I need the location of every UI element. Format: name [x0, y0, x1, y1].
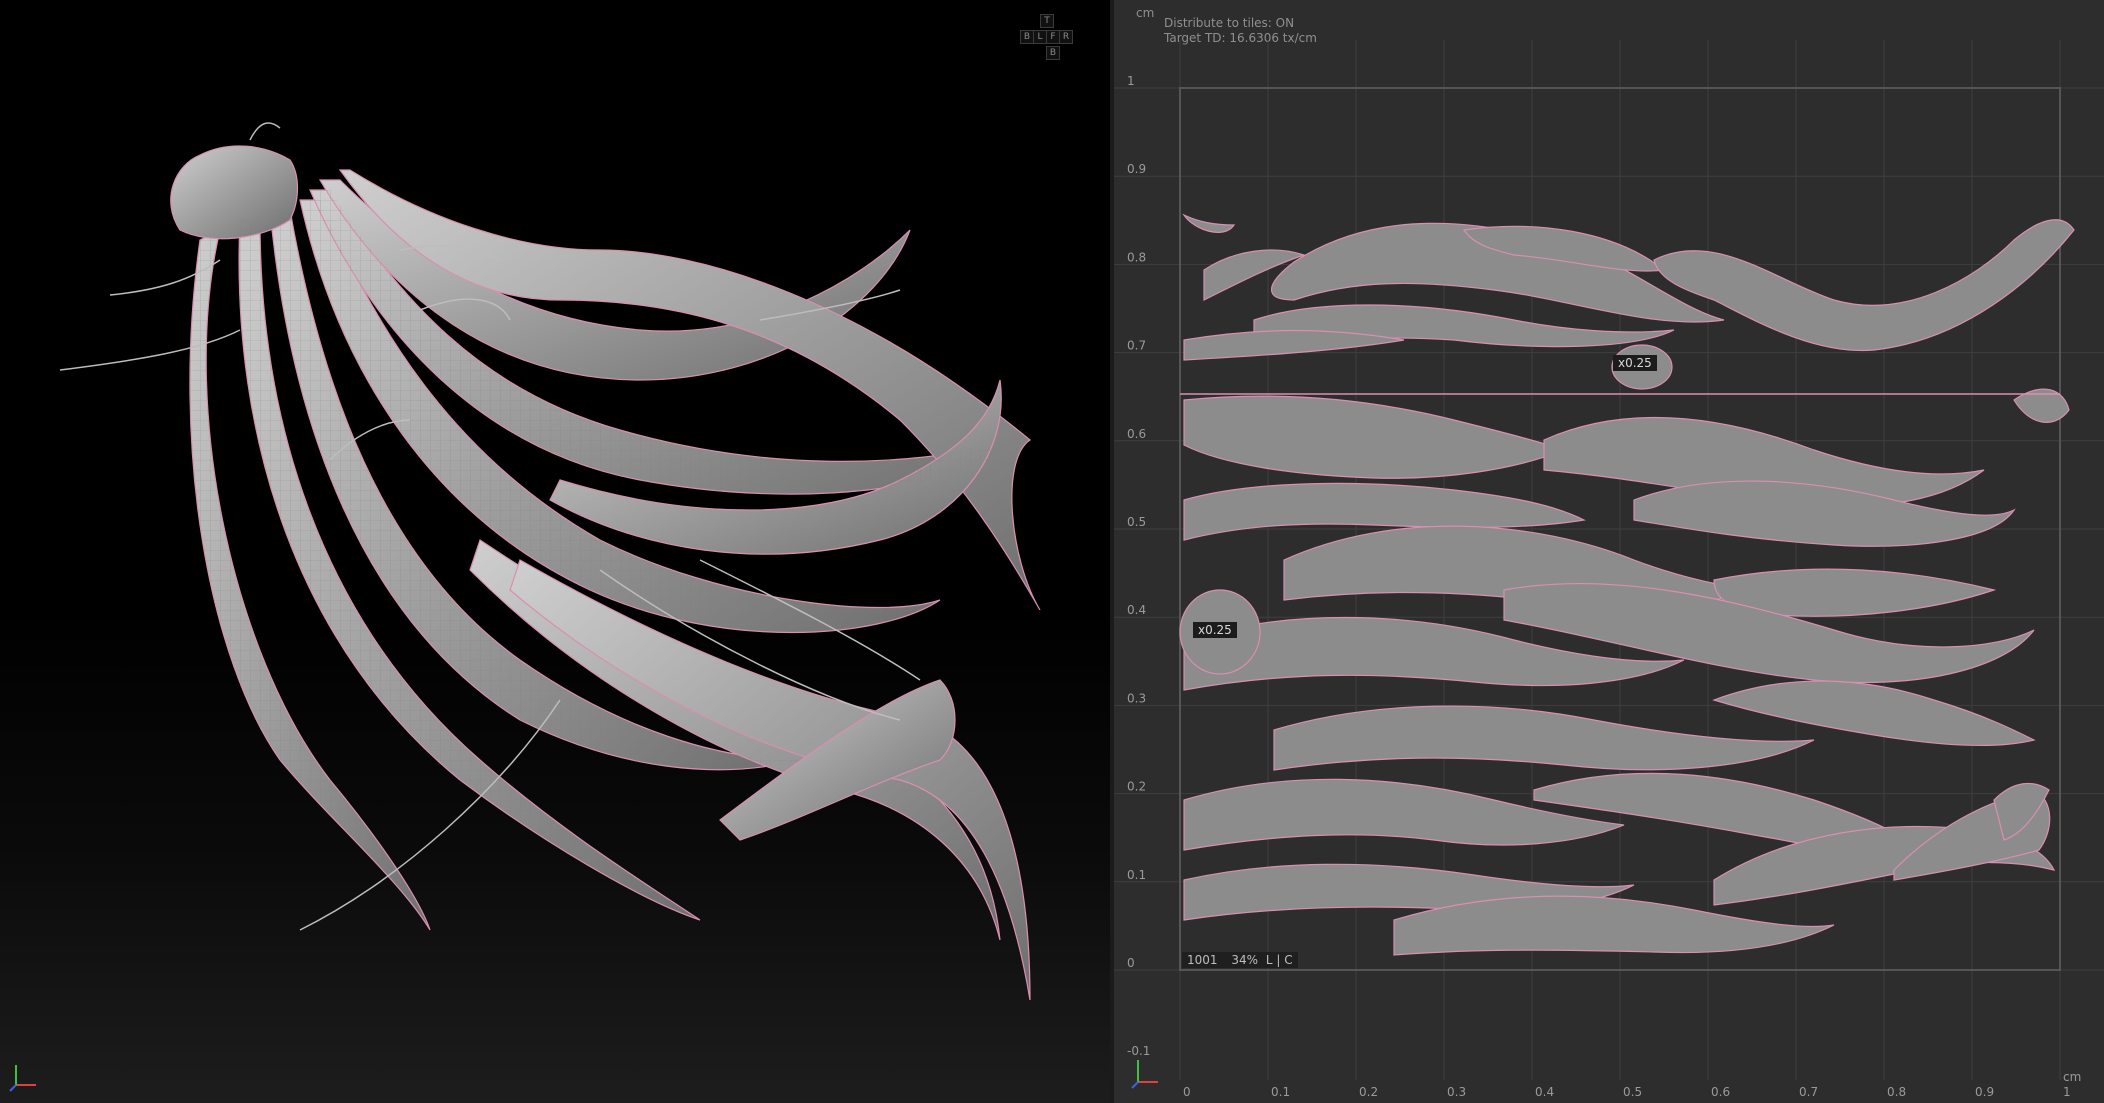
- y-tick-label: 0.4: [1127, 603, 1146, 617]
- y-tick-label: 0.5: [1127, 515, 1146, 529]
- y-tick-label: 0.7: [1127, 339, 1146, 353]
- navcube-left[interactable]: L: [1033, 30, 1047, 44]
- x-tick-label: 0.5: [1623, 1085, 1642, 1099]
- y-tick-label: 0.3: [1127, 691, 1146, 705]
- x-tick-label: 0.3: [1447, 1085, 1466, 1099]
- uv-grid: 0 0.1 0.2 0.3 0.4 0.5 0.6 0.7 0.8 0.9 1 1 0.9 0.8 0.7…: [1114, 40, 2104, 1099]
- uv-tile-flags: L | C: [1265, 953, 1293, 967]
- x-tick-label: 0.7: [1799, 1085, 1818, 1099]
- uv-tile-number: 1001: [1187, 953, 1218, 967]
- navcube-front[interactable]: F: [1046, 30, 1060, 44]
- x-tick-label: 0.4: [1535, 1085, 1554, 1099]
- y-tick-label: 0.8: [1127, 250, 1146, 264]
- axis-gizmo-uv: [1131, 1060, 1158, 1089]
- x-tick-label: 0: [1183, 1085, 1191, 1099]
- uv-tile-info: 1001 34% L | C: [1182, 952, 1298, 968]
- axis-gizmo-3d: [9, 1065, 36, 1092]
- uv-tile-coverage: 34%: [1231, 953, 1259, 967]
- navcube-top[interactable]: T: [1040, 14, 1054, 28]
- y-tick-label: 0.1: [1127, 868, 1146, 882]
- hair-mesh-render: [59, 122, 1041, 1001]
- x-tick-label: 0.2: [1359, 1085, 1378, 1099]
- y-tick-label: 0.9: [1127, 162, 1146, 176]
- y-tick-label: 0: [1127, 956, 1135, 970]
- y-tick-label: 0.6: [1127, 427, 1146, 441]
- navcube-back[interactable]: B: [1020, 30, 1034, 44]
- navcube-bottom[interactable]: B: [1046, 46, 1060, 60]
- x-tick-label: 0.9: [1975, 1085, 1994, 1099]
- x-axis-unit: cm: [2063, 1070, 2081, 1084]
- uv-shells: [1179, 213, 2075, 956]
- navigation-cube[interactable]: T B L F R B: [1020, 14, 1080, 70]
- navcube-right[interactable]: R: [1059, 30, 1073, 44]
- x-tick-label: 0.1: [1271, 1085, 1290, 1099]
- scale-badge-b: x0.25: [1193, 622, 1237, 638]
- y-tick-label: 0.2: [1127, 780, 1146, 794]
- x-tick-label: 0.6: [1711, 1085, 1730, 1099]
- scale-badge-a: x0.25: [1613, 355, 1657, 371]
- uv-editor-viewport[interactable]: cm Distribute to tiles: ON Target TD: 16…: [1114, 0, 2104, 1103]
- x-tick-label: 0.8: [1887, 1085, 1906, 1099]
- 3d-viewport[interactable]: T B L F R B: [0, 0, 1110, 1103]
- y-tick-label: 1: [1127, 74, 1135, 88]
- x-tick-label: 1: [2063, 1085, 2071, 1099]
